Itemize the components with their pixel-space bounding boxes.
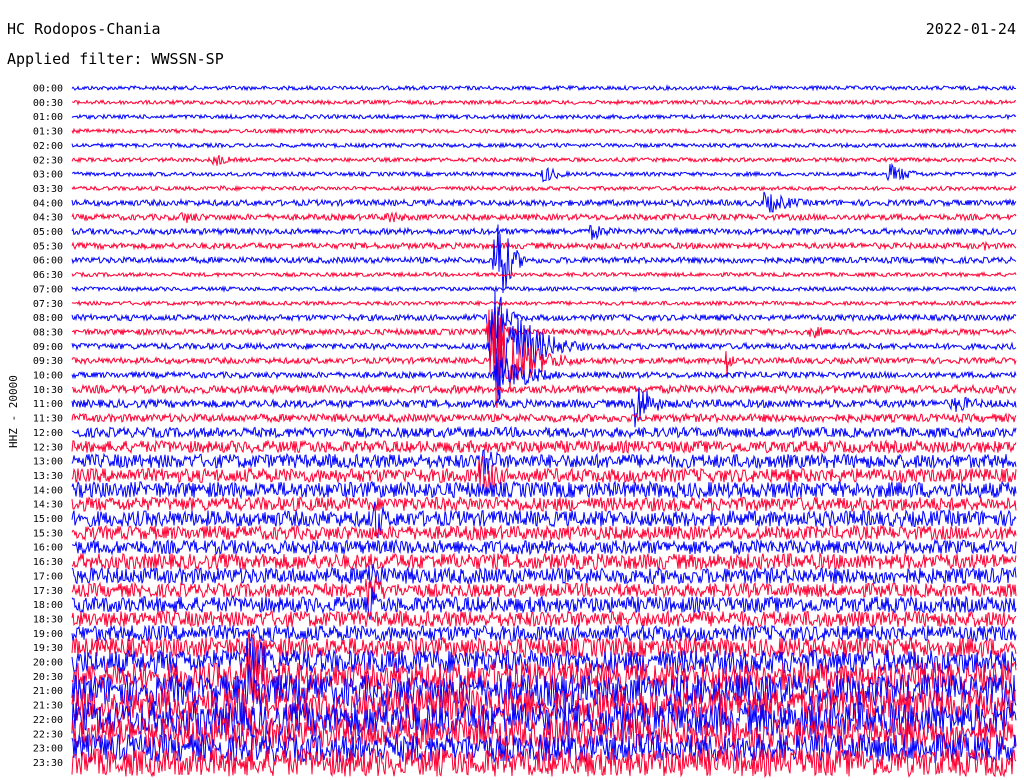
time-tick-label: 16:00 — [33, 543, 63, 554]
trace-line-31 — [71, 524, 1017, 542]
trace-line-11 — [71, 240, 1017, 251]
time-tick-label: 13:00 — [33, 457, 63, 468]
time-tick-label: 15:30 — [33, 528, 63, 539]
trace-line-10 — [71, 224, 1017, 241]
time-tick-label: 07:30 — [33, 299, 63, 310]
time-tick-label: 15:00 — [33, 514, 63, 525]
time-tick-label: 19:00 — [33, 629, 63, 640]
time-tick-label: 09:30 — [33, 356, 63, 367]
time-tick-label: 21:00 — [33, 686, 63, 697]
trace-line-1 — [71, 98, 1016, 106]
time-tick-label: 11:30 — [33, 414, 63, 425]
time-tick-label: 22:30 — [33, 729, 63, 740]
trace-line-8 — [71, 191, 1017, 213]
time-tick-label: 11:00 — [33, 399, 63, 410]
trace-line-37 — [71, 609, 1017, 629]
time-tick-label: 16:30 — [33, 557, 63, 568]
time-tick-label: 20:30 — [33, 672, 63, 683]
time-tick-label: 21:30 — [33, 701, 63, 712]
trace-line-7 — [71, 184, 1017, 193]
time-tick-label: 02:00 — [33, 141, 63, 152]
time-tick-label: 12:00 — [33, 428, 63, 439]
time-tick-label: 03:00 — [33, 170, 63, 181]
trace-line-28 — [71, 480, 1017, 500]
trace-line-21 — [71, 383, 1017, 396]
time-tick-label: 01:00 — [33, 112, 63, 123]
time-tick-label: 08:30 — [33, 327, 63, 338]
time-tick-label: 02:30 — [33, 155, 63, 166]
time-tick-label: 07:00 — [33, 284, 63, 295]
time-tick-label: 20:00 — [33, 658, 63, 669]
time-tick-label: 18:00 — [33, 600, 63, 611]
time-tick-label: 09:00 — [33, 342, 63, 353]
time-tick-label: 06:30 — [33, 270, 63, 281]
trace-line-29 — [71, 495, 1017, 513]
trace-line-33 — [71, 551, 1017, 572]
time-tick-label: 12:30 — [33, 442, 63, 453]
helicorder-plot: 00:00 00:30 01:00 01:30 02:00 02:30 03:00 03:30… — [33, 84, 1017, 778]
time-tick-label: 05:00 — [33, 227, 63, 238]
trace-line-13 — [71, 270, 1017, 279]
time-tick-label: 18:30 — [33, 614, 63, 625]
trace-line-47 — [71, 747, 1017, 778]
time-tick-label: 00:00 — [33, 84, 63, 95]
time-tick-label: 14:00 — [33, 485, 63, 496]
trace-line-24 — [71, 425, 1017, 440]
time-tick-label: 08:00 — [33, 313, 63, 324]
time-tick-label: 19:30 — [33, 643, 63, 654]
time-tick-label: 04:30 — [33, 213, 63, 224]
time-tick-label: 23:30 — [33, 758, 63, 769]
time-tick-label: 10:30 — [33, 385, 63, 396]
trace-line-23 — [71, 412, 1017, 424]
trace-line-5 — [71, 154, 1017, 166]
trace-line-15 — [71, 299, 1017, 307]
trace-line-2 — [71, 112, 1017, 121]
time-tick-label: 03:30 — [33, 184, 63, 195]
time-tick-label: 05:30 — [33, 241, 63, 252]
time-tick-label: 01:30 — [33, 127, 63, 138]
time-tick-label: 04:00 — [33, 198, 63, 209]
trace-line-14 — [71, 285, 1017, 293]
time-tick-label: 10:00 — [33, 371, 63, 382]
trace-line-12 — [71, 224, 1017, 294]
time-tick-label: 06:00 — [33, 256, 63, 267]
time-tick-label: 23:00 — [33, 744, 63, 755]
time-tick-label: 14:30 — [33, 500, 63, 511]
trace-line-4 — [71, 141, 1017, 150]
trace-line-0 — [71, 84, 1017, 92]
trace-line-25 — [71, 439, 1017, 455]
trace-line-18 — [71, 290, 1017, 401]
trace-line-32 — [72, 538, 1017, 556]
time-tick-label: 22:00 — [33, 715, 63, 726]
trace-line-3 — [71, 127, 1017, 135]
time-tick-label: 13:30 — [33, 471, 63, 482]
trace-line-9 — [71, 211, 1017, 224]
time-tick-label: 17:30 — [33, 586, 63, 597]
trace-group — [71, 84, 1017, 778]
time-axis-labels: 00:00 00:30 01:00 01:30 02:00 02:30 03:00 03:30… — [33, 84, 63, 769]
trace-line-34 — [71, 564, 1017, 586]
trace-line-38 — [71, 623, 1017, 644]
trace-line-6 — [71, 162, 1017, 183]
time-tick-label: 00:30 — [33, 98, 63, 109]
time-tick-label: 17:00 — [33, 571, 63, 582]
